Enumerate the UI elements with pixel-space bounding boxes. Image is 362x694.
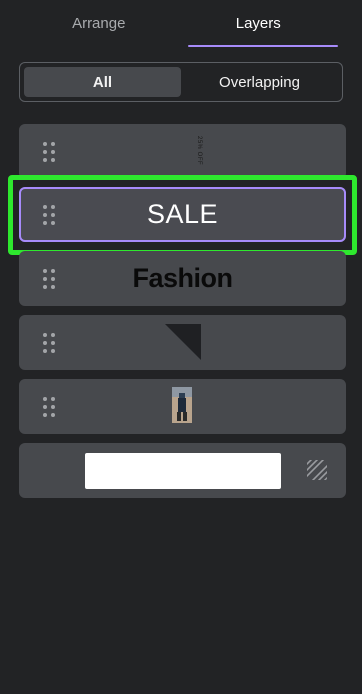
layer-row-image[interactable] xyxy=(19,379,346,434)
layer-row-sale-text[interactable]: SALE xyxy=(19,187,346,242)
layer-row-shape[interactable] xyxy=(19,315,346,370)
layer-filter-toggle: All Overlapping xyxy=(19,62,343,102)
triangle-shape-thumbnail xyxy=(165,324,201,360)
photo-thumbnail xyxy=(172,387,192,423)
tab-layers[interactable]: Layers xyxy=(179,0,339,47)
layer-thumbnail-text: Fashion xyxy=(132,263,233,293)
drag-handle-icon[interactable] xyxy=(43,141,55,162)
hatch-icon xyxy=(307,460,327,480)
drag-handle-icon[interactable] xyxy=(43,332,55,353)
layer-row-background[interactable] xyxy=(19,443,346,498)
background-thumbnail xyxy=(85,453,281,489)
filter-overlapping-button[interactable]: Overlapping xyxy=(181,67,338,97)
layer-row-fashion-text[interactable]: Fashion xyxy=(19,251,346,306)
tab-arrange[interactable]: Arrange xyxy=(19,0,179,47)
drag-handle-icon[interactable] xyxy=(43,396,55,417)
layer-row-discount-text[interactable]: 25% OFF xyxy=(19,124,346,179)
layer-thumbnail-text: 25% OFF xyxy=(196,136,202,166)
layer-thumbnail-text: SALE xyxy=(146,199,219,229)
filter-all-button[interactable]: All xyxy=(24,67,181,97)
panel-tabs: Arrange Layers xyxy=(19,0,338,47)
